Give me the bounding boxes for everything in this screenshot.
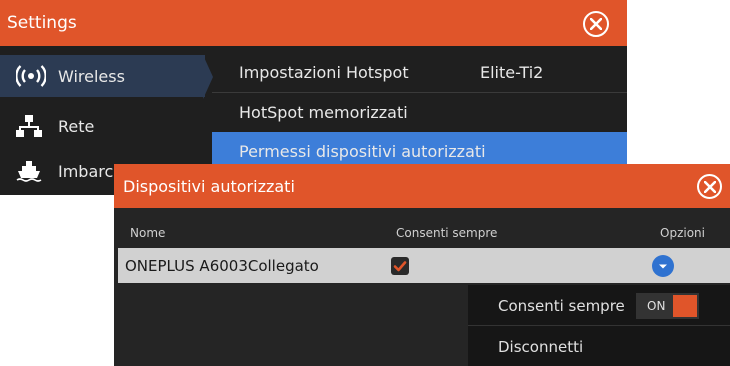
always-allow-checkbox[interactable] [391,257,409,275]
menu-item-label: Disconnetti [498,338,584,356]
menu-item-saved-hotspots[interactable]: HotSpot memorizzati [212,93,627,131]
chevron-down-icon [659,264,667,269]
settings-title: Settings [7,13,77,33]
column-header-options: Opzioni [660,226,705,240]
checkmark-icon [393,261,407,272]
toggle-state-label: ON [647,299,666,313]
sidebar-item-wireless[interactable]: Wireless [0,55,205,97]
column-header-always-allow: Consenti sempre [396,226,498,240]
settings-titlebar: Settings [0,0,627,46]
menu-item-disconnect[interactable]: Disconnetti [468,326,730,366]
always-allow-toggle[interactable]: ON [636,293,699,319]
sidebar-item-label: Rete [58,117,95,136]
sidebar-item-rete[interactable]: Rete [0,105,205,147]
dialog-title: Dispositivi autorizzati [123,177,295,196]
table-row[interactable]: ONEPLUS A6003Collegato [118,248,730,283]
dialog-titlebar: Dispositivi autorizzati [114,164,730,208]
device-name: ONEPLUS A6003Collegato [125,257,319,275]
menu-item-label: Consenti sempre [498,297,625,315]
menu-item-always-allow[interactable]: Consenti sempre ON [468,285,730,325]
options-context-menu: Consenti sempre ON Disconnetti [468,285,730,366]
menu-item-label: HotSpot memorizzati [239,103,408,122]
sidebar-item-label: Wireless [58,67,125,86]
menu-item-label: Permessi dispositivi autorizzati [239,142,486,161]
wifi-icon [15,64,47,88]
column-header-name: Nome [130,226,166,240]
menu-item-value: Elite-Ti2 [480,63,544,82]
network-icon [16,114,42,138]
dialog-close-icon[interactable] [697,174,722,199]
vessel-icon [16,159,42,183]
settings-close-icon[interactable] [583,11,609,37]
options-button[interactable] [652,255,674,277]
menu-item-hotspot-settings[interactable]: Impostazioni Hotspot Elite-Ti2 [212,53,627,91]
sidebar-item-label: Imbarc [58,162,114,181]
menu-item-label: Impostazioni Hotspot [239,63,409,82]
toggle-knob [673,295,697,317]
